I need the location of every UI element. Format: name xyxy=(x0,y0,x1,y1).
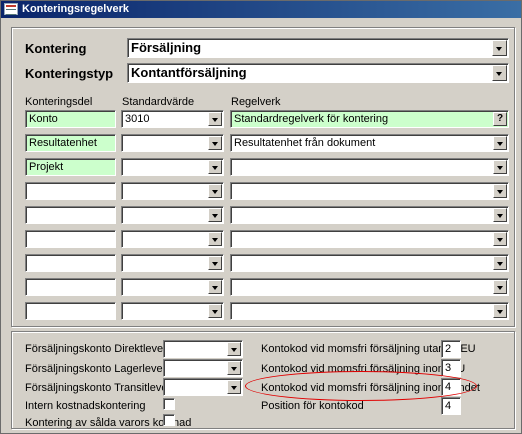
regelverk-select[interactable] xyxy=(230,302,509,320)
chevron-down-icon[interactable] xyxy=(493,208,507,222)
chevron-down-icon[interactable] xyxy=(208,304,222,318)
column-header-konteringsdel: Konteringsdel xyxy=(25,96,93,108)
regelverk-select[interactable] xyxy=(230,230,509,248)
chevron-down-icon[interactable] xyxy=(208,184,222,198)
konteringsdel-field[interactable]: Projekt xyxy=(25,158,116,176)
forsaljningskonto-lagerleverans-select[interactable] xyxy=(163,359,243,377)
regelverk-select[interactable] xyxy=(230,254,509,272)
chevron-down-icon[interactable] xyxy=(493,256,507,270)
regelverk-value: Resultatenhet från dokument xyxy=(234,137,376,149)
help-button[interactable]: ? xyxy=(493,112,507,126)
konteringsdel-field[interactable]: Resultatenhet xyxy=(25,134,116,152)
input-value: 2 xyxy=(445,343,452,355)
forsaljningskonto-lagerleverans-label: Försäljningskonto Lagerleverans xyxy=(25,363,184,375)
regelverk-select[interactable] xyxy=(230,278,509,296)
position-kontokod-input[interactable]: 4 xyxy=(441,397,461,415)
window-title: Konteringsregelverk xyxy=(22,3,129,15)
regelverk-select[interactable] xyxy=(230,182,509,200)
chevron-down-icon[interactable] xyxy=(493,184,507,198)
konteringsdel-value: Projekt xyxy=(29,161,64,173)
standardvarde-select[interactable] xyxy=(121,134,224,152)
regelverk-field[interactable]: Standardregelverk för kontering? xyxy=(230,110,509,128)
chevron-down-icon[interactable] xyxy=(208,208,222,222)
chevron-down-icon[interactable] xyxy=(208,112,222,126)
kontering-label: Kontering xyxy=(25,41,87,56)
position-kontokod-label: Position för kontokod xyxy=(261,400,364,412)
kontering-salda-varor-checkbox[interactable] xyxy=(163,414,175,426)
chevron-down-icon[interactable] xyxy=(492,65,507,81)
standardvarde-select[interactable] xyxy=(121,254,224,272)
chevron-down-icon[interactable] xyxy=(492,40,507,56)
column-header-standardvarde: Standardvärde xyxy=(122,96,195,108)
konteringsdel-value: Resultatenhet xyxy=(29,137,97,149)
konteringstyp-value: Kontantförsäljning xyxy=(131,65,247,80)
chevron-down-icon[interactable] xyxy=(493,232,507,246)
standardvarde-select[interactable] xyxy=(121,206,224,224)
konteringsdel-field[interactable] xyxy=(25,278,116,296)
konteringsdel-field[interactable] xyxy=(25,254,116,272)
standardvarde-select[interactable] xyxy=(121,278,224,296)
chevron-down-icon[interactable] xyxy=(208,136,222,150)
chevron-down-icon[interactable] xyxy=(493,160,507,174)
regelverk-value: Standardregelverk för kontering xyxy=(234,113,389,125)
standardvarde-select[interactable] xyxy=(121,302,224,320)
forsaljningskonto-transitleverans-select[interactable] xyxy=(163,378,243,396)
chevron-down-icon[interactable] xyxy=(227,380,241,394)
chevron-down-icon[interactable] xyxy=(208,232,222,246)
form-icon xyxy=(4,3,18,15)
konteringstyp-label: Konteringstyp xyxy=(25,66,114,81)
konteringsdel-field[interactable] xyxy=(25,230,116,248)
title-bar[interactable]: Konteringsregelverk xyxy=(1,1,521,18)
chevron-down-icon[interactable] xyxy=(208,280,222,294)
chevron-down-icon[interactable] xyxy=(493,280,507,294)
intern-kostnadskontering-label: Intern kostnadskontering xyxy=(25,400,146,412)
chevron-down-icon[interactable] xyxy=(227,361,241,375)
konteringstyp-select[interactable]: Kontantförsäljning xyxy=(127,63,509,83)
kontering-select[interactable]: Försäljning xyxy=(127,38,509,58)
standardvarde-select[interactable] xyxy=(121,182,224,200)
konteringsdel-field[interactable] xyxy=(25,206,116,224)
konteringsdel-value: Konto xyxy=(29,113,58,125)
column-header-regelverk: Regelverk xyxy=(231,96,281,108)
standardvarde-select[interactable] xyxy=(121,158,224,176)
konteringsdel-field[interactable] xyxy=(25,182,116,200)
forsaljningskonto-direktleverans-select[interactable] xyxy=(163,340,243,358)
input-value: 4 xyxy=(445,400,452,412)
konteringsregelverk-window: Konteringsregelverk Kontering Försäljnin… xyxy=(0,0,522,434)
kontering-value: Försäljning xyxy=(131,40,202,55)
chevron-down-icon[interactable] xyxy=(227,342,241,356)
input-value: 3 xyxy=(445,362,452,374)
kontokod-inom-eu-label: Kontokod vid momsfri försäljning inom EU xyxy=(261,363,466,375)
chevron-down-icon[interactable] xyxy=(493,136,507,150)
forsaljningskonto-direktleverans-label: Försäljningskonto Direktleverans xyxy=(25,343,185,355)
konteringsdel-field[interactable]: Konto xyxy=(25,110,116,128)
chevron-down-icon[interactable] xyxy=(493,304,507,318)
regelverk-select[interactable] xyxy=(230,206,509,224)
standardvarde-select[interactable]: 3010 xyxy=(121,110,224,128)
chevron-down-icon[interactable] xyxy=(208,256,222,270)
regelverk-select[interactable]: Resultatenhet från dokument xyxy=(230,134,509,152)
input-value: 4 xyxy=(445,381,452,393)
regelverk-select[interactable] xyxy=(230,158,509,176)
kontokod-inom-eu-input[interactable]: 3 xyxy=(441,359,461,377)
standardvarde-value: 3010 xyxy=(125,113,150,125)
chevron-down-icon[interactable] xyxy=(208,160,222,174)
intern-kostnadskontering-checkbox[interactable] xyxy=(163,398,175,410)
kontokod-utanfor-eu-input[interactable]: 2 xyxy=(441,340,461,358)
konteringsdel-field[interactable] xyxy=(25,302,116,320)
standardvarde-select[interactable] xyxy=(121,230,224,248)
kontokod-inom-landet-input[interactable]: 4 xyxy=(441,378,461,396)
